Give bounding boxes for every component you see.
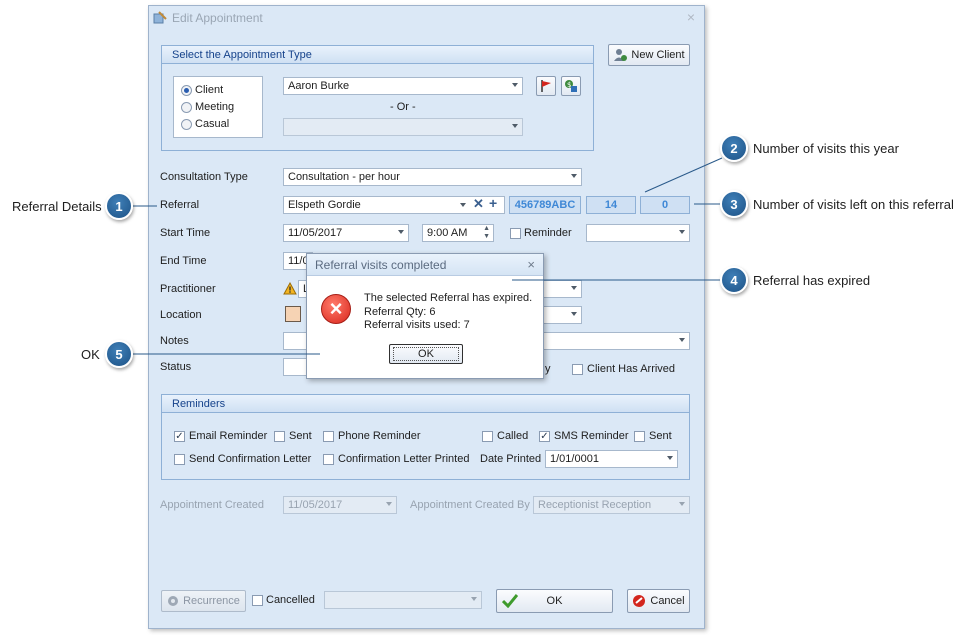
callout-4-text: Referral has expired bbox=[753, 273, 871, 288]
callout-2: 2 bbox=[720, 134, 748, 162]
callout-5: 5 bbox=[105, 340, 133, 368]
callout-1: 1 bbox=[105, 192, 133, 220]
callout-4: 4 bbox=[720, 266, 748, 294]
callout-3: 3 bbox=[720, 190, 748, 218]
annotation-leader-lines bbox=[132, 157, 723, 355]
callout-5-text: OK bbox=[81, 347, 100, 362]
callout-1-text: Referral Details bbox=[12, 199, 102, 214]
callout-3-text: Number of visits left on this referral bbox=[753, 197, 954, 212]
callout-2-text: Number of visits this year bbox=[753, 141, 899, 156]
